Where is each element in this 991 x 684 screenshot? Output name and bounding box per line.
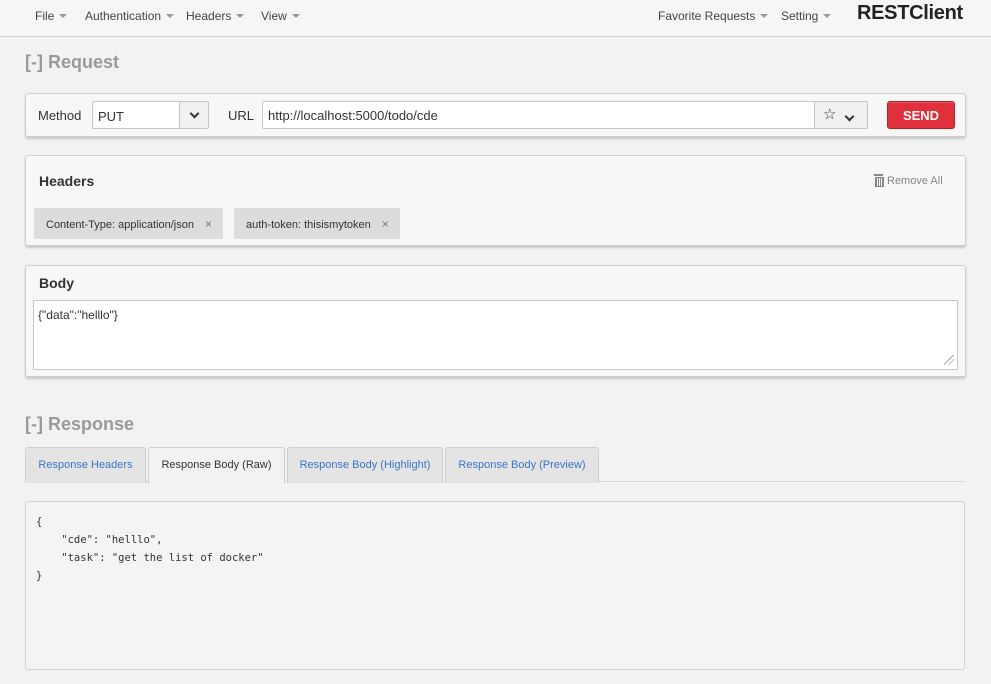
caret-down-icon [760,13,769,18]
chevron-down-icon [189,108,199,118]
method-value: PUT [98,109,124,124]
request-panel: Method PUT URL ☆ SEND [25,93,966,137]
response-body-pane[interactable]: { "cde": "helllo", "task": "get the list… [25,501,965,670]
caret-down-icon [59,13,68,18]
method-select[interactable]: PUT [92,101,209,129]
body-panel: Body {"data":"helllo"} [25,265,966,377]
menu-setting-label: Setting [781,9,819,23]
remove-all-button[interactable]: Remove All [874,173,943,187]
remove-all-label: Remove All [887,175,943,187]
header-tag[interactable]: Content-Type: application/json × [34,208,223,239]
response-raw-body: { "cde": "helllo", "task": "get the list… [36,516,264,582]
send-button[interactable]: SEND [887,101,955,129]
tab-response-headers[interactable]: Response Headers [25,447,146,483]
url-label: URL [228,108,255,123]
tab-response-body-raw[interactable]: Response Body (Raw) [148,447,285,484]
headers-title: Headers [39,173,95,189]
chevron-down-icon [844,111,855,122]
menu-headers[interactable]: Headers [186,9,245,23]
app-brand[interactable]: RESTClient [857,2,963,25]
top-navbar: File Authentication Headers View Favorit… [0,0,991,37]
menu-view-label: View [261,9,287,23]
menu-setting[interactable]: Setting [781,9,832,23]
close-icon[interactable]: × [205,217,212,231]
favorite-url-dropdown[interactable] [844,109,855,127]
header-tag-text: auth-token: thisismytoken [246,219,371,231]
menu-authentication[interactable]: Authentication [85,9,175,23]
trash-icon [874,174,884,187]
menu-file-label: File [35,9,55,23]
body-title: Body [39,275,74,291]
caret-down-icon [823,13,832,18]
resize-grip-icon[interactable] [944,355,954,365]
header-tag-text: Content-Type: application/json [46,219,194,231]
url-addon: ☆ [814,101,868,129]
body-textarea[interactable]: {"data":"helllo"} [33,300,958,370]
star-icon[interactable]: ☆ [823,105,836,123]
method-dropdown-toggle[interactable] [179,102,208,128]
menu-view[interactable]: View [261,9,300,23]
menu-file[interactable]: File [35,9,68,23]
menu-favorite-requests[interactable]: Favorite Requests [658,9,769,23]
caret-down-icon [291,13,300,18]
headers-panel: Headers Remove All Content-Type: applica… [25,155,966,246]
caret-down-icon [166,13,175,18]
menu-headers-label: Headers [186,9,232,23]
tab-response-body-highlight[interactable]: Response Body (Highlight) [287,447,443,483]
tab-response-body-preview[interactable]: Response Body (Preview) [445,447,599,483]
request-section-title[interactable]: [-] Request [25,52,119,73]
menu-authentication-label: Authentication [85,9,162,23]
caret-down-icon [236,13,245,18]
url-input[interactable] [262,101,815,129]
response-section-title[interactable]: [-] Response [25,414,134,435]
menu-favorite-requests-label: Favorite Requests [658,9,756,23]
method-label: Method [38,108,82,123]
close-icon[interactable]: × [382,217,389,231]
header-tag[interactable]: auth-token: thisismytoken × [234,208,400,239]
